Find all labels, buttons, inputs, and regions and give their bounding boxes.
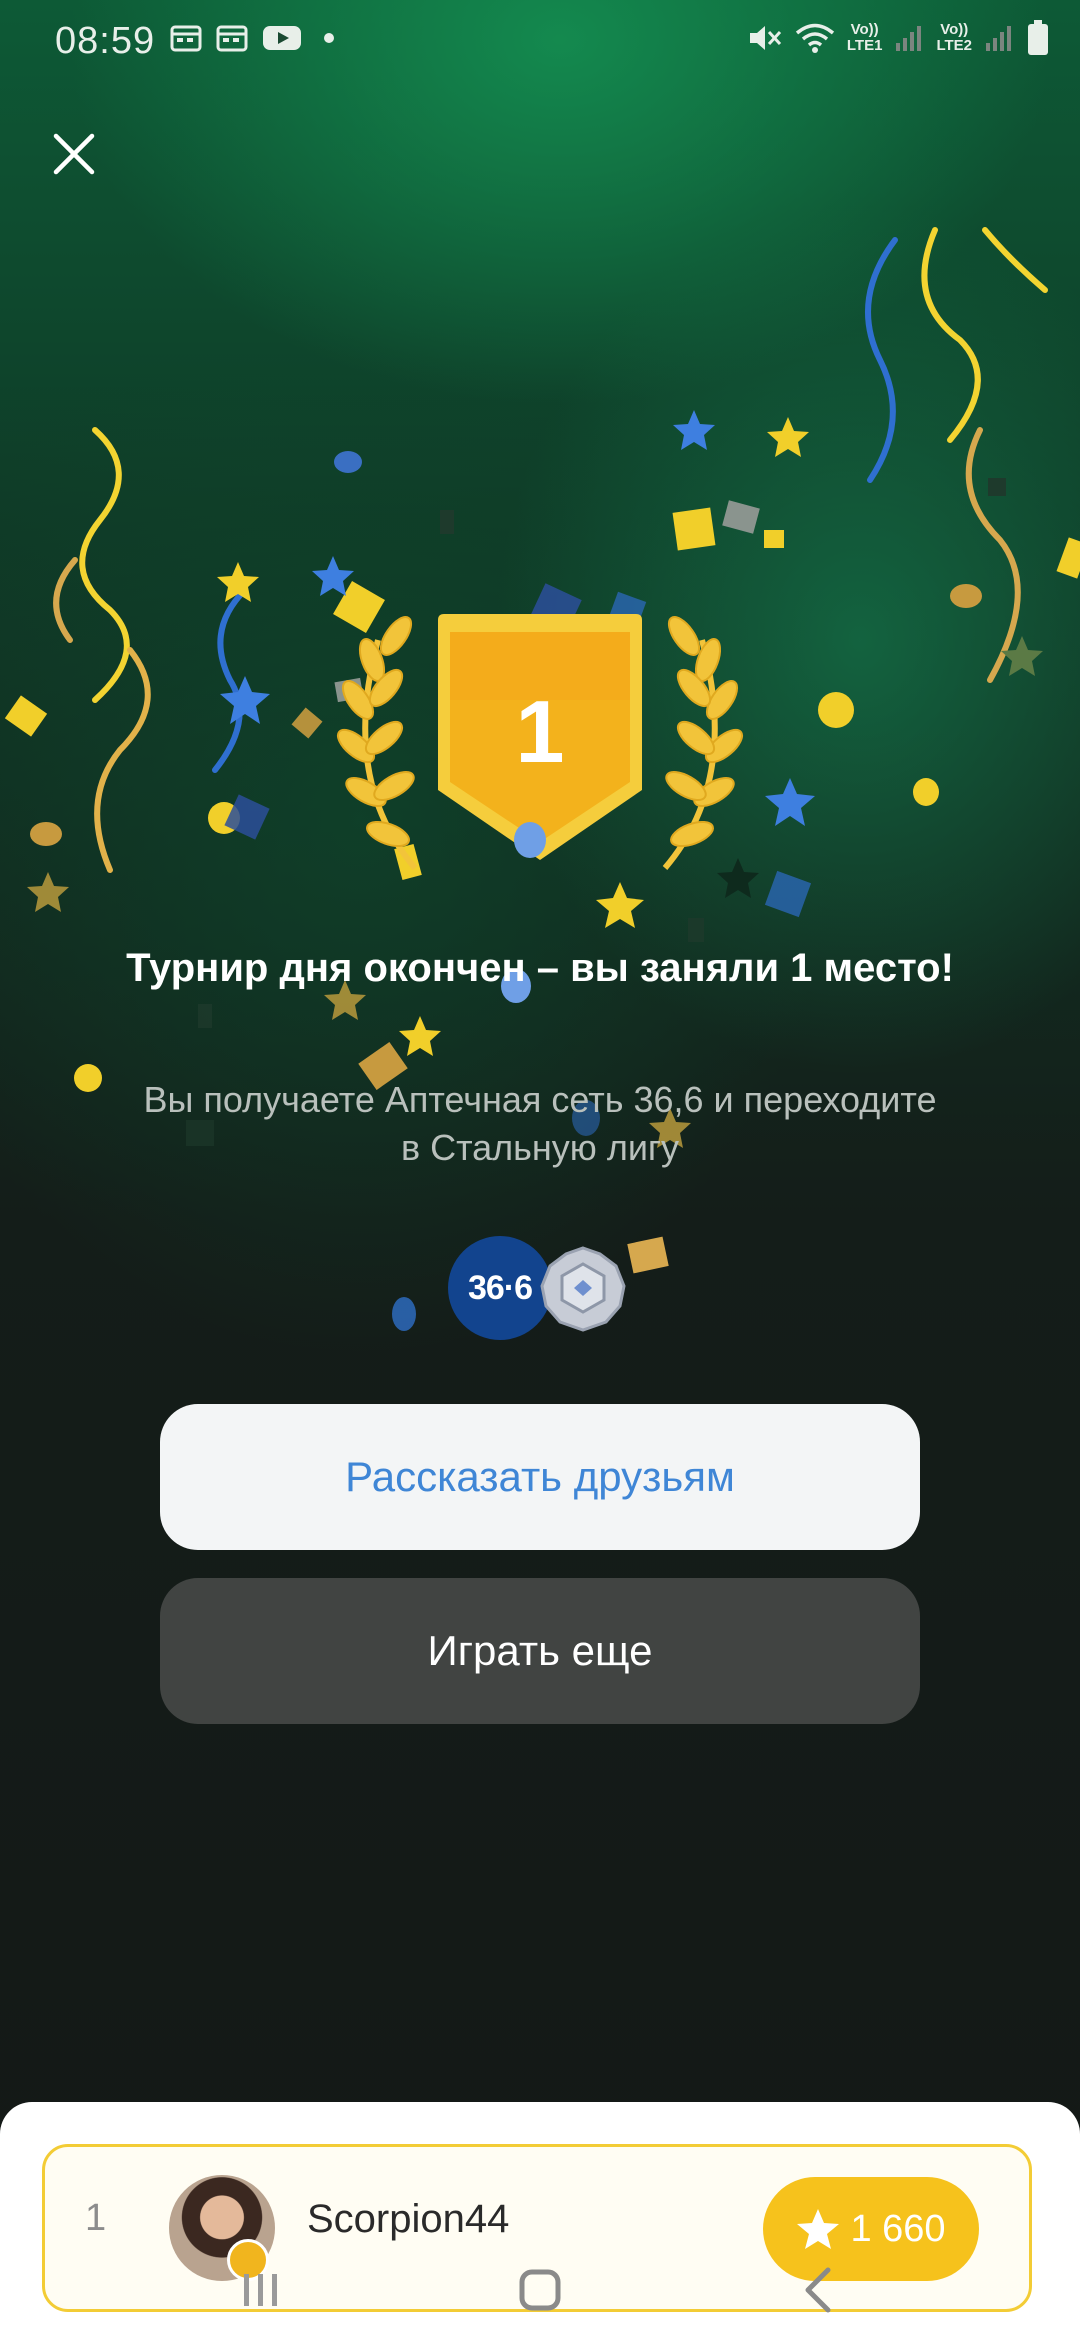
- sim1-indicator: Vo)) LTE1: [846, 21, 883, 54]
- player-rank: 1: [85, 2197, 107, 2239]
- recent-apps-icon[interactable]: [220, 2250, 300, 2330]
- signal-icon: [896, 26, 922, 51]
- sim2-indicator: Vo)) LTE2: [936, 21, 972, 54]
- result-subtitle: Вы получаете Аптечная сеть 36,6 и перехо…: [143, 1079, 937, 1168]
- calendar-icon: [170, 25, 202, 52]
- notification-dot: [324, 33, 334, 43]
- share-button[interactable]: Рассказать друзьям: [160, 1404, 920, 1550]
- close-icon[interactable]: [48, 128, 100, 180]
- system-nav-bar: [0, 2240, 1080, 2340]
- reward-icons: 36·6: [448, 1236, 638, 1340]
- wifi-icon: [795, 23, 834, 53]
- mute-icon: [749, 26, 781, 50]
- player-name: Scorpion44: [307, 2197, 510, 2241]
- calendar-icon: [216, 25, 248, 52]
- battery-icon: [1028, 20, 1048, 55]
- result-title: Турнир дня окончен – вы заняли 1 место!: [126, 946, 954, 990]
- status-time: 08:59: [55, 20, 156, 62]
- home-icon[interactable]: [500, 2250, 580, 2330]
- youtube-icon: [263, 26, 301, 50]
- status-notification-icons: [170, 24, 334, 52]
- pharmacy-logo: 36·6: [448, 1236, 552, 1340]
- status-system-icons: Vo)) LTE1 Vo)) LTE2: [747, 20, 1050, 56]
- back-icon[interactable]: [780, 2250, 860, 2330]
- play-again-button[interactable]: Играть еще: [160, 1578, 920, 1724]
- league-badge-icon: [540, 1246, 626, 1332]
- signal-icon: [986, 26, 1011, 51]
- status-bar: 08:59 Vo)) LTE1 Vo)) LTE2: [0, 0, 1080, 86]
